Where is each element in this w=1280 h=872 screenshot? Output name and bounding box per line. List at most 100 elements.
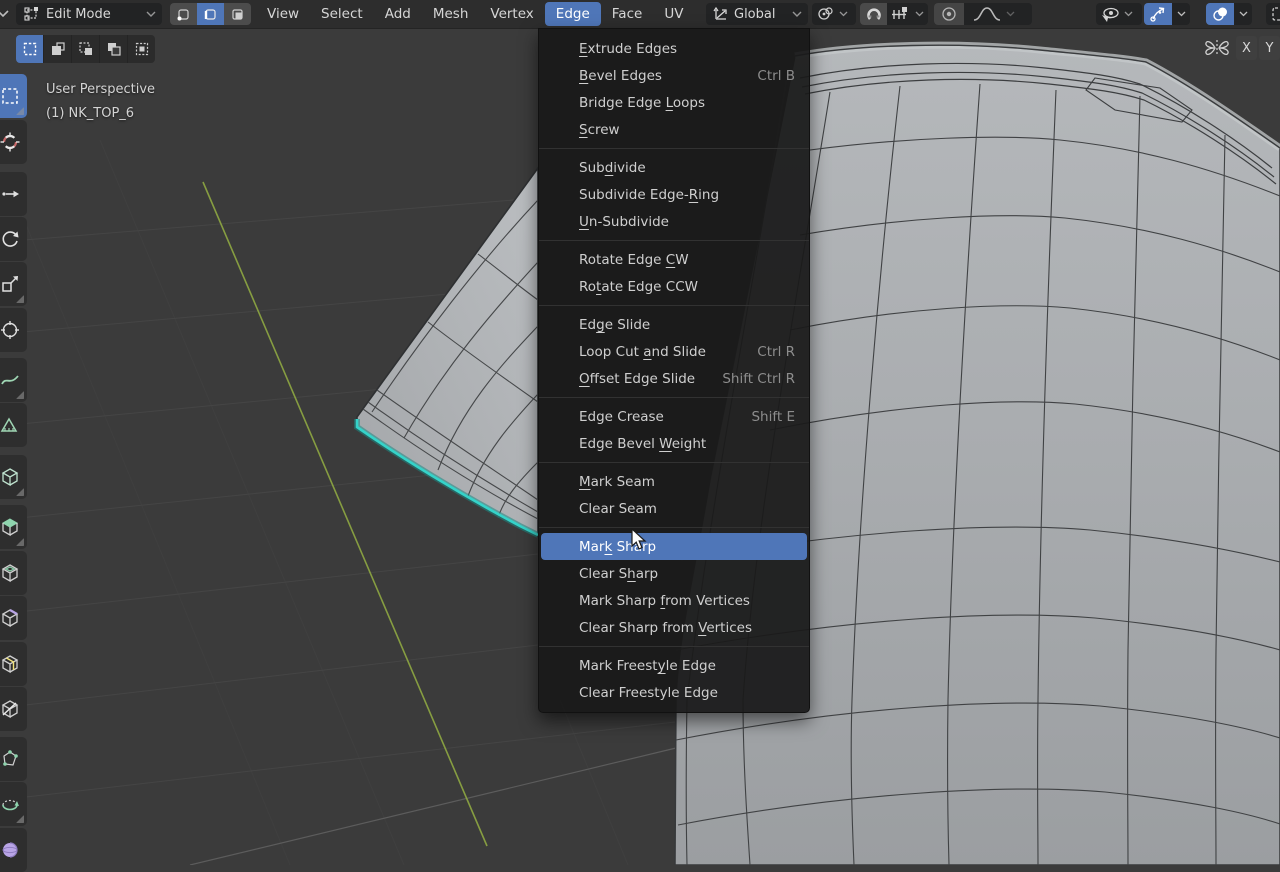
tool-annotate-button[interactable] bbox=[0, 358, 27, 402]
menu-select[interactable]: Select bbox=[310, 2, 374, 26]
select-subtract-button[interactable] bbox=[72, 35, 100, 63]
mirror-y-button[interactable]: Y bbox=[1259, 36, 1280, 60]
mirror-butterfly-icon[interactable] bbox=[1204, 36, 1230, 60]
cursor-3d-icon bbox=[0, 132, 20, 152]
gizmo-dropdown[interactable] bbox=[1172, 3, 1190, 25]
tool-select-box-button[interactable] bbox=[0, 74, 27, 118]
menu-item-subdivide-edge-ring[interactable]: Subdivide Edge-Ring bbox=[541, 181, 807, 208]
menu-item-un-subdivide[interactable]: Un-Subdivide bbox=[541, 208, 807, 235]
proportional-editing-toggle[interactable] bbox=[934, 3, 964, 25]
tool-knife-button[interactable] bbox=[0, 687, 27, 731]
menu-item-mark-sharp-from-vertices[interactable]: Mark Sharp from Vertices bbox=[541, 587, 807, 614]
select-set-button[interactable] bbox=[16, 35, 44, 63]
menu-item-mark-freestyle-edge[interactable]: Mark Freestyle Edge bbox=[541, 652, 807, 679]
inset-faces-icon bbox=[1, 564, 19, 583]
snap-target-icon bbox=[892, 7, 907, 19]
menu-item-label: Offset Edge Slide bbox=[579, 370, 696, 387]
transform-orientation-icon bbox=[713, 6, 727, 20]
tool-move-button[interactable] bbox=[0, 172, 27, 216]
overlays-dropdown[interactable] bbox=[1234, 3, 1252, 25]
tool-rotate-button[interactable] bbox=[0, 217, 27, 261]
menu-item-offset-edge-slide[interactable]: Offset Edge Slide Shift Ctrl R bbox=[541, 365, 807, 392]
menu-vertex[interactable]: Vertex bbox=[479, 2, 544, 26]
floor-grid-bright-line bbox=[189, 747, 677, 865]
tool-transform-button[interactable] bbox=[0, 308, 27, 352]
show-overlays-toggle[interactable] bbox=[1206, 3, 1234, 25]
object-visibility-dropdown[interactable] bbox=[1096, 3, 1142, 25]
tool-cursor-button[interactable] bbox=[0, 120, 27, 164]
tool-extrude-region-button[interactable] bbox=[0, 505, 27, 549]
show-gizmo-toggle[interactable] bbox=[1144, 3, 1172, 25]
menu-item-edge-crease[interactable]: Edge Crease Shift E bbox=[541, 403, 807, 430]
edge-select-mode-button[interactable] bbox=[197, 3, 224, 25]
select-invert-icon bbox=[107, 43, 121, 56]
tool-loop-cut-button[interactable] bbox=[0, 642, 27, 686]
menu-face[interactable]: Face bbox=[601, 2, 654, 26]
y-axis-line bbox=[202, 181, 488, 847]
mirror-x-button[interactable]: X bbox=[1236, 36, 1257, 60]
mouse-cursor bbox=[631, 528, 647, 550]
select-extend-button[interactable] bbox=[44, 35, 72, 63]
menu-item-edge-slide[interactable]: Edge Slide bbox=[541, 311, 807, 338]
menu-item-mark-sharp[interactable]: Mark Sharp bbox=[541, 533, 807, 560]
menu-separator bbox=[539, 527, 809, 528]
menu-uv[interactable]: UV bbox=[653, 2, 694, 26]
menu-item-shortcut: Ctrl R bbox=[757, 343, 795, 360]
tool-scale-button[interactable] bbox=[0, 262, 27, 306]
snap-group bbox=[860, 3, 928, 25]
menu-item-bevel-edges[interactable]: Bevel Edges Ctrl B bbox=[541, 62, 807, 89]
xray-toggle-button[interactable] bbox=[1266, 3, 1280, 25]
vertex-select-mode-button[interactable] bbox=[170, 3, 197, 25]
viewport-info-overlay: User Perspective (1) NK_TOP_6 bbox=[46, 78, 155, 126]
snap-target-dropdown[interactable] bbox=[887, 6, 928, 22]
tool-measure-button[interactable] bbox=[0, 403, 27, 447]
pivot-point-dropdown[interactable] bbox=[812, 3, 856, 25]
menu-separator bbox=[539, 148, 809, 149]
editor-type-chevron-icon[interactable] bbox=[0, 9, 10, 19]
menu-item-label: Clear Freestyle Edge bbox=[579, 684, 718, 701]
snap-toggle-button[interactable] bbox=[860, 3, 887, 25]
menu-mesh[interactable]: Mesh bbox=[422, 2, 480, 26]
menu-item-clear-sharp-from-vertices[interactable]: Clear Sharp from Vertices bbox=[541, 614, 807, 641]
select-invert-button[interactable] bbox=[100, 35, 128, 63]
select-extend-icon bbox=[51, 42, 65, 55]
menu-item-rotate-edge-ccw[interactable]: Rotate Edge CCW bbox=[541, 273, 807, 300]
tool-smooth-button[interactable] bbox=[0, 828, 27, 872]
menu-item-mark-seam[interactable]: Mark Seam bbox=[541, 468, 807, 495]
menu-item-rotate-edge-cw[interactable]: Rotate Edge CW bbox=[541, 246, 807, 273]
menu-item-edge-bevel-weight[interactable]: Edge Bevel Weight bbox=[541, 430, 807, 457]
menu-item-bridge-edge-loops[interactable]: Bridge Edge Loops bbox=[541, 89, 807, 116]
tool-bevel-button[interactable] bbox=[0, 596, 27, 640]
tool-add-cube-button[interactable] bbox=[0, 455, 27, 499]
menu-item-label: Screw bbox=[579, 121, 620, 138]
menu-item-label: Loop Cut and Slide bbox=[579, 343, 706, 360]
select-subtract-icon bbox=[78, 42, 92, 55]
transform-icon bbox=[1, 321, 19, 339]
gizmo-icon bbox=[1149, 7, 1164, 22]
overlays-icon bbox=[1212, 7, 1227, 21]
menu-item-extrude-edges[interactable]: Extrude Edges bbox=[541, 35, 807, 62]
active-object-label: (1) NK_TOP_6 bbox=[46, 106, 135, 121]
knife-icon bbox=[1, 700, 19, 719]
menu-item-subdivide[interactable]: Subdivide bbox=[541, 154, 807, 181]
menu-item-clear-freestyle-edge[interactable]: Clear Freestyle Edge bbox=[541, 679, 807, 706]
menu-item-clear-sharp[interactable]: Clear Sharp bbox=[541, 560, 807, 587]
menu-add[interactable]: Add bbox=[374, 2, 422, 26]
tool-spin-button[interactable] bbox=[0, 782, 27, 826]
falloff-dropdown[interactable] bbox=[964, 5, 1019, 23]
header-menu-bar: View Select Add Mesh Vertex Edge Face UV bbox=[256, 0, 694, 28]
mode-selector-dropdown[interactable]: Edit Mode bbox=[16, 3, 162, 25]
phone-mesh-object[interactable] bbox=[354, 165, 540, 538]
menu-item-label: Mark Seam bbox=[579, 473, 655, 490]
menu-item-screw[interactable]: Screw bbox=[541, 116, 807, 143]
tool-poly-build-button[interactable] bbox=[0, 737, 27, 781]
select-intersect-button[interactable] bbox=[128, 35, 155, 63]
face-select-mode-button[interactable] bbox=[224, 3, 251, 25]
menu-view[interactable]: View bbox=[256, 2, 310, 26]
menu-item-clear-seam[interactable]: Clear Seam bbox=[541, 495, 807, 522]
tool-inset-faces-button[interactable] bbox=[0, 551, 27, 595]
menu-item-loop-cut-and-slide[interactable]: Loop Cut and Slide Ctrl R bbox=[541, 338, 807, 365]
transform-orientation-dropdown[interactable]: Global bbox=[706, 3, 808, 25]
menu-item-label: Rotate Edge CW bbox=[579, 251, 689, 268]
menu-edge[interactable]: Edge bbox=[544, 2, 601, 26]
